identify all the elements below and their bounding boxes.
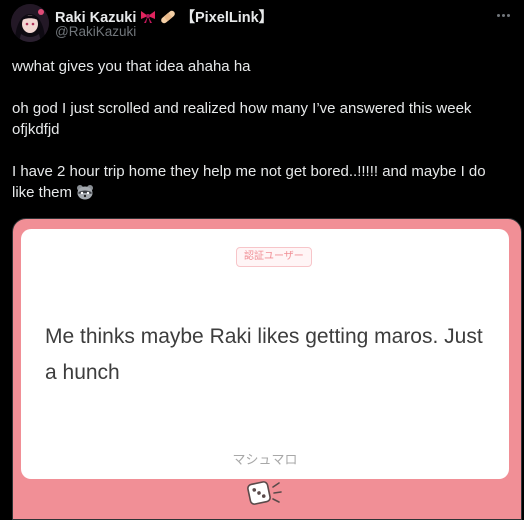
marshmallow-card: 認証ユーザー Me thinks maybe Raki likes gettin…: [21, 229, 509, 479]
anonymous-message: Me thinks maybe Raki likes getting maros…: [45, 325, 483, 384]
display-name-badge: 【PixelLink】: [180, 10, 274, 26]
avatar[interactable]: [11, 4, 49, 42]
bandage-emoji-icon: [160, 10, 176, 28]
tweet-header: Raki Kazuki 【PixelLink】 @RakiKazuki: [0, 0, 524, 48]
tweet-text: wwhat gives you that idea ahaha ha oh go…: [12, 56, 512, 227]
user-handle[interactable]: @RakiKazuki: [55, 24, 136, 39]
attached-image[interactable]: 認証ユーザー Me thinks maybe Raki likes gettin…: [12, 218, 522, 520]
tweet-line: oh god I just scrolled and realized how …: [12, 100, 472, 138]
brand-name: マシュマロ: [232, 452, 298, 467]
more-icon: [496, 13, 500, 17]
ribbon-emoji-icon: [140, 10, 156, 28]
verified-user-badge: 認証ユーザー: [236, 247, 312, 267]
tweet-line: wwhat gives you that idea ahaha ha: [12, 58, 251, 75]
raccoon-emoji-icon: [76, 184, 94, 206]
tweet-line: I have 2 hour trip home they help me not…: [12, 161, 512, 206]
dice-logo-icon: [245, 477, 285, 511]
more-button[interactable]: [494, 6, 512, 24]
